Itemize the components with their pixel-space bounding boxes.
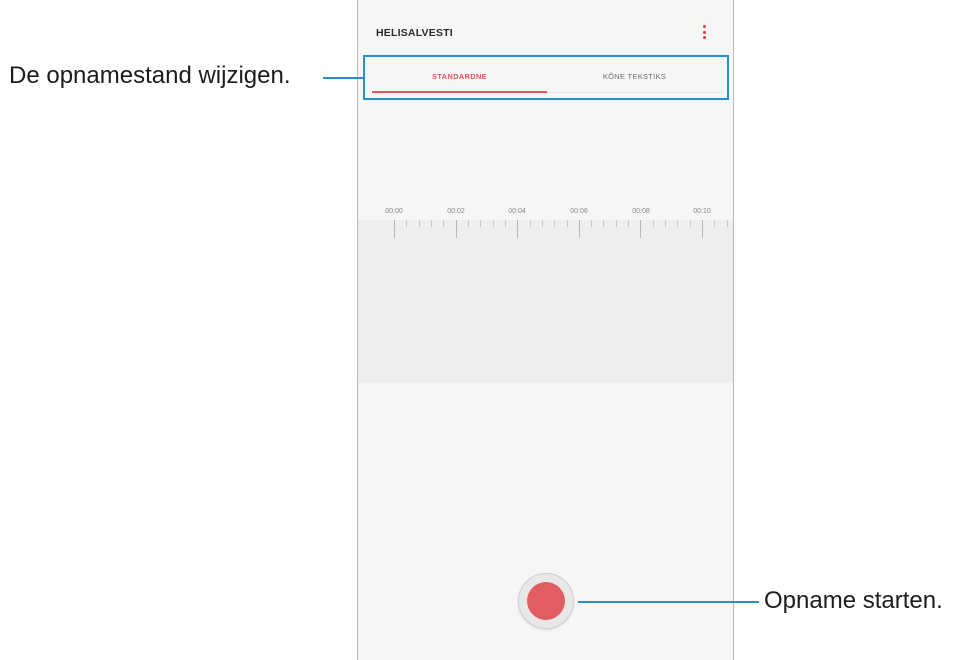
timeline-tick: [665, 220, 666, 227]
timeline-tick: [394, 220, 395, 238]
timeline-label: 00:04: [508, 208, 526, 215]
timeline-tick: [431, 220, 432, 227]
callout-line-record: [578, 601, 759, 603]
timeline-tick: [566, 220, 568, 227]
record-icon[interactable]: [527, 582, 565, 620]
timeline-tick: [443, 220, 445, 227]
timeline-tick: [689, 220, 691, 227]
callout-mode-label: De opnamestand wijzigen.: [9, 62, 291, 89]
timeline-tick: [591, 220, 593, 227]
app-title: HELISALVESTI: [376, 27, 453, 39]
timeline: 00:00 00:02 00:04 00:06 00:08 00:10: [358, 200, 733, 240]
timeline-tick: [480, 220, 482, 227]
timeline-tick: [418, 220, 420, 227]
timeline-label: 00:00: [385, 208, 403, 215]
timeline-tick: [554, 220, 556, 227]
timeline-ticks: [358, 220, 733, 240]
timeline-tick: [640, 220, 642, 238]
callout-line-mode: [323, 77, 364, 79]
record-button[interactable]: [518, 573, 574, 629]
timeline-tick: [726, 220, 728, 227]
timeline-tick: [677, 220, 679, 227]
more-options-icon[interactable]: [700, 25, 708, 43]
timeline-tick: [504, 220, 506, 227]
timeline-tick: [541, 220, 543, 227]
timeline-tick: [517, 220, 519, 238]
timeline-label: 00:06: [570, 208, 588, 215]
timeline-tick: [652, 220, 654, 227]
timeline-label: 00:08: [632, 208, 650, 215]
timeline-tick: [529, 220, 531, 227]
timeline-label: 00:10: [693, 208, 711, 215]
timeline-tick: [467, 220, 469, 227]
timeline-tick: [455, 220, 457, 238]
mode-tabs-highlight: [363, 55, 729, 100]
timeline-tick: [615, 220, 617, 227]
timeline-tick: [603, 220, 605, 227]
timeline-tick: [492, 220, 494, 227]
callout-record-label: Opname starten.: [764, 587, 943, 614]
timeline-tick: [714, 220, 716, 227]
timeline-tick: [628, 220, 630, 227]
waveform-area: [358, 220, 733, 383]
timeline-tick: [702, 220, 703, 238]
timeline-label: 00:02: [447, 208, 465, 215]
timeline-tick: [578, 220, 580, 238]
timeline-tick: [406, 220, 408, 227]
